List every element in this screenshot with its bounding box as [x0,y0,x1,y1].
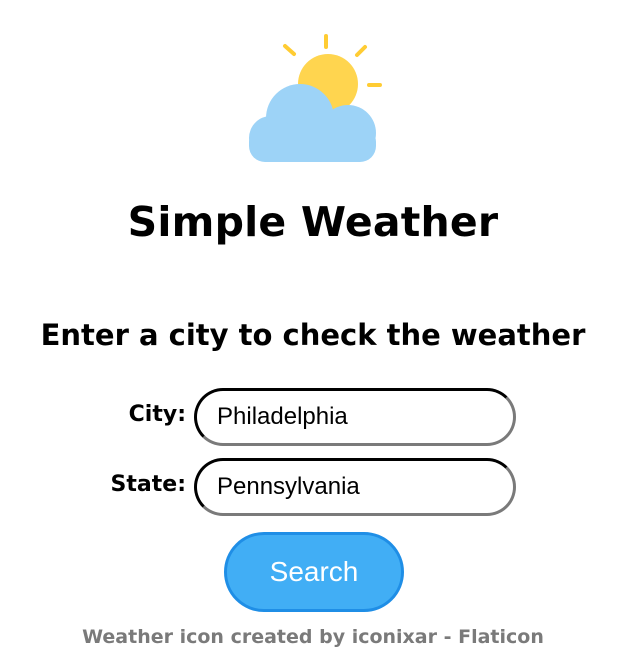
state-row: State: [0,458,626,518]
page: Simple Weather Enter a city to check the… [0,0,626,662]
form-prompt: Enter a city to check the weather [40,318,586,352]
cloud-shape [249,84,376,162]
city-label: City: [128,402,186,427]
icon-credit: Weather icon created by iconixar - Flati… [82,626,544,648]
search-button[interactable]: Search [224,532,404,612]
page-title: Simple Weather [127,198,499,246]
city-row: City: [0,388,626,448]
sun-behind-cloud-icon [249,34,382,162]
state-input[interactable] [194,458,516,516]
state-label: State: [110,472,186,497]
city-input[interactable] [194,388,516,446]
